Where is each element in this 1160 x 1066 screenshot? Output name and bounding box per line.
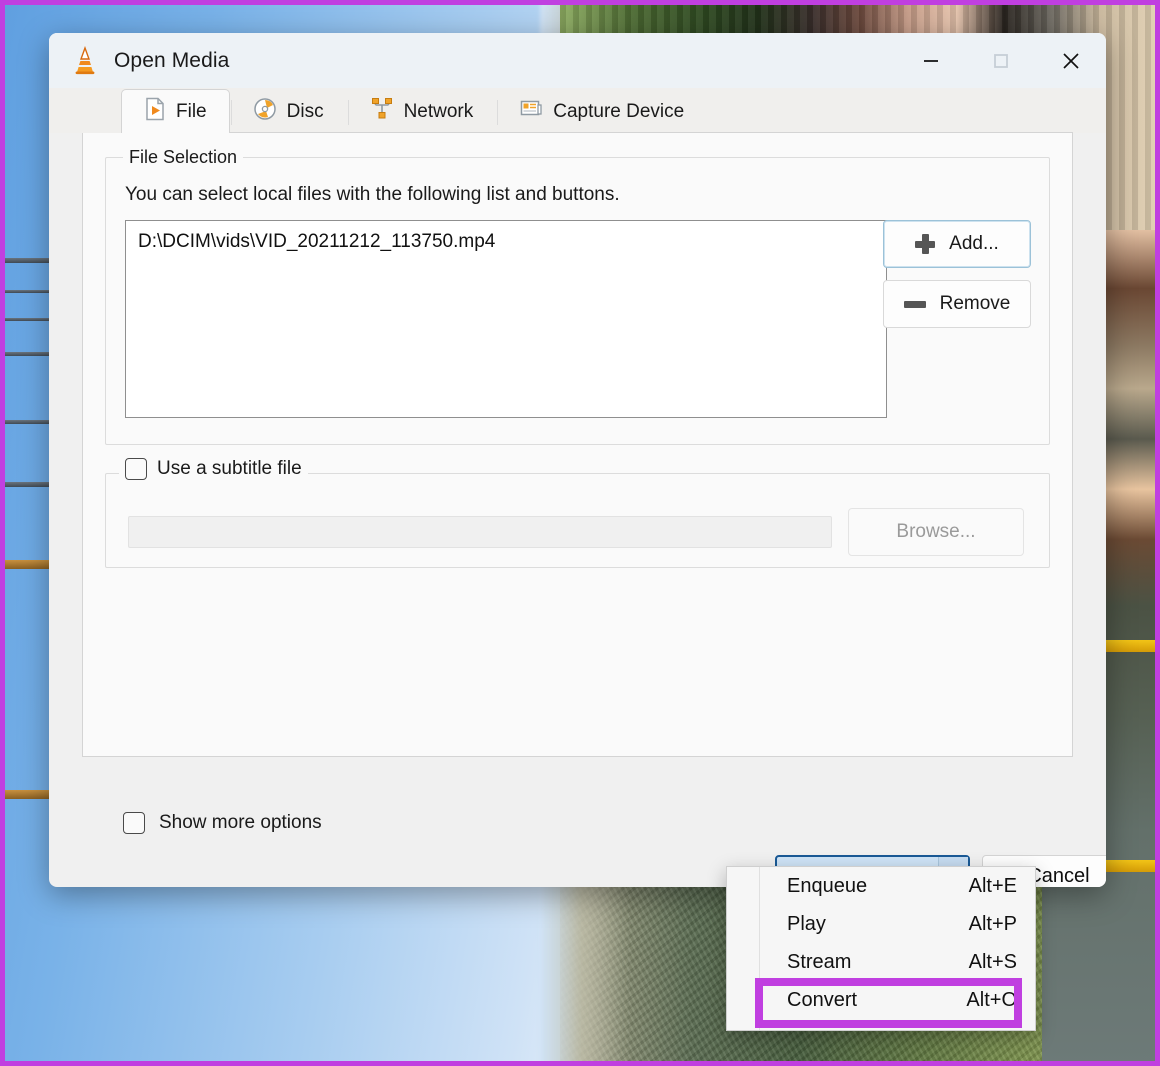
remove-file-label: Remove [939,293,1011,314]
file-selection-title: File Selection [123,147,244,168]
tab-separator [347,100,349,125]
menu-item-convert-shortcut: Alt+O [966,988,1017,1011]
menu-item-stream[interactable]: Stream Alt+S [727,943,1035,981]
tab-capture-device[interactable]: Capture Device [496,89,707,133]
title-bar: Open Media [49,33,1106,88]
maximize-button[interactable] [966,33,1036,88]
menu-item-play[interactable]: Play Alt+P [727,905,1035,943]
tab-capture-device-label: Capture Device [553,100,685,122]
tab-file-label: File [176,100,207,122]
vlc-cone-icon [70,45,100,76]
menu-item-stream-label: Stream [787,950,852,973]
show-more-options-label: Show more options [159,812,322,833]
file-selection-hint: You can select local files with the foll… [125,184,620,205]
file-list[interactable]: D:\DCIM\vids\VID_20211212_113750.mp4 [125,220,887,418]
add-file-button[interactable]: Add... [883,220,1031,268]
tab-network-label: Network [403,100,474,122]
tab-separator [230,100,232,125]
menu-item-enqueue-label: Enqueue [787,874,868,897]
menu-item-enqueue[interactable]: Enqueue Alt+E [727,867,1035,905]
list-item[interactable]: D:\DCIM\vids\VID_20211212_113750.mp4 [138,231,874,253]
subtitle-browse-button[interactable]: Browse... [848,508,1024,556]
plus-icon [915,234,936,254]
tab-file[interactable]: File [121,89,230,134]
minimize-button[interactable] [896,33,966,88]
file-tab-panel: File Selection You can select local file… [82,133,1073,757]
convert-save-dropdown-menu: Enqueue Alt+E Play Alt+P Stream Alt+S Co… [726,866,1036,1031]
menu-item-convert-label: Convert [787,988,858,1011]
cancel-label: Cancel [1027,865,1090,887]
tab-disc[interactable]: Disc [230,89,347,133]
window-controls [896,33,1106,88]
menu-item-convert[interactable]: Convert Alt+O [727,981,1035,1019]
capture-device-icon [519,97,543,127]
menu-item-play-label: Play [787,912,826,935]
checkbox-icon[interactable] [125,458,147,480]
tab-separator [497,100,499,125]
menu-item-play-shortcut: Alt+P [968,912,1017,935]
subtitle-browse-label: Browse... [896,521,976,542]
show-more-options-checkbox[interactable]: Show more options [123,812,322,834]
open-media-dialog: Open Media File Disc Network Capture Dev… [49,33,1106,887]
close-button[interactable] [1036,33,1106,88]
tab-network[interactable]: Network [347,89,497,133]
file-selection-group: File Selection You can select local file… [105,147,1050,445]
network-icon [370,97,394,127]
use-subtitle-checkbox[interactable]: Use a subtitle file [119,458,308,480]
page-title: Open Media [114,48,230,72]
checkbox-icon[interactable] [123,812,145,834]
tab-disc-label: Disc [286,100,324,122]
menu-item-enqueue-shortcut: Alt+E [968,874,1017,897]
tab-bar: File Disc Network Capture Device [49,88,1106,134]
subtitle-group: Use a subtitle file Browse... [105,458,1050,568]
remove-file-button[interactable]: Remove [883,280,1031,328]
menu-item-stream-shortcut: Alt+S [968,950,1017,973]
add-file-label: Add... [949,233,999,254]
disc-icon [253,97,277,127]
subtitle-path-input[interactable] [128,516,832,548]
minus-icon [903,300,926,308]
file-play-icon [144,97,166,127]
use-subtitle-label: Use a subtitle file [157,458,302,479]
